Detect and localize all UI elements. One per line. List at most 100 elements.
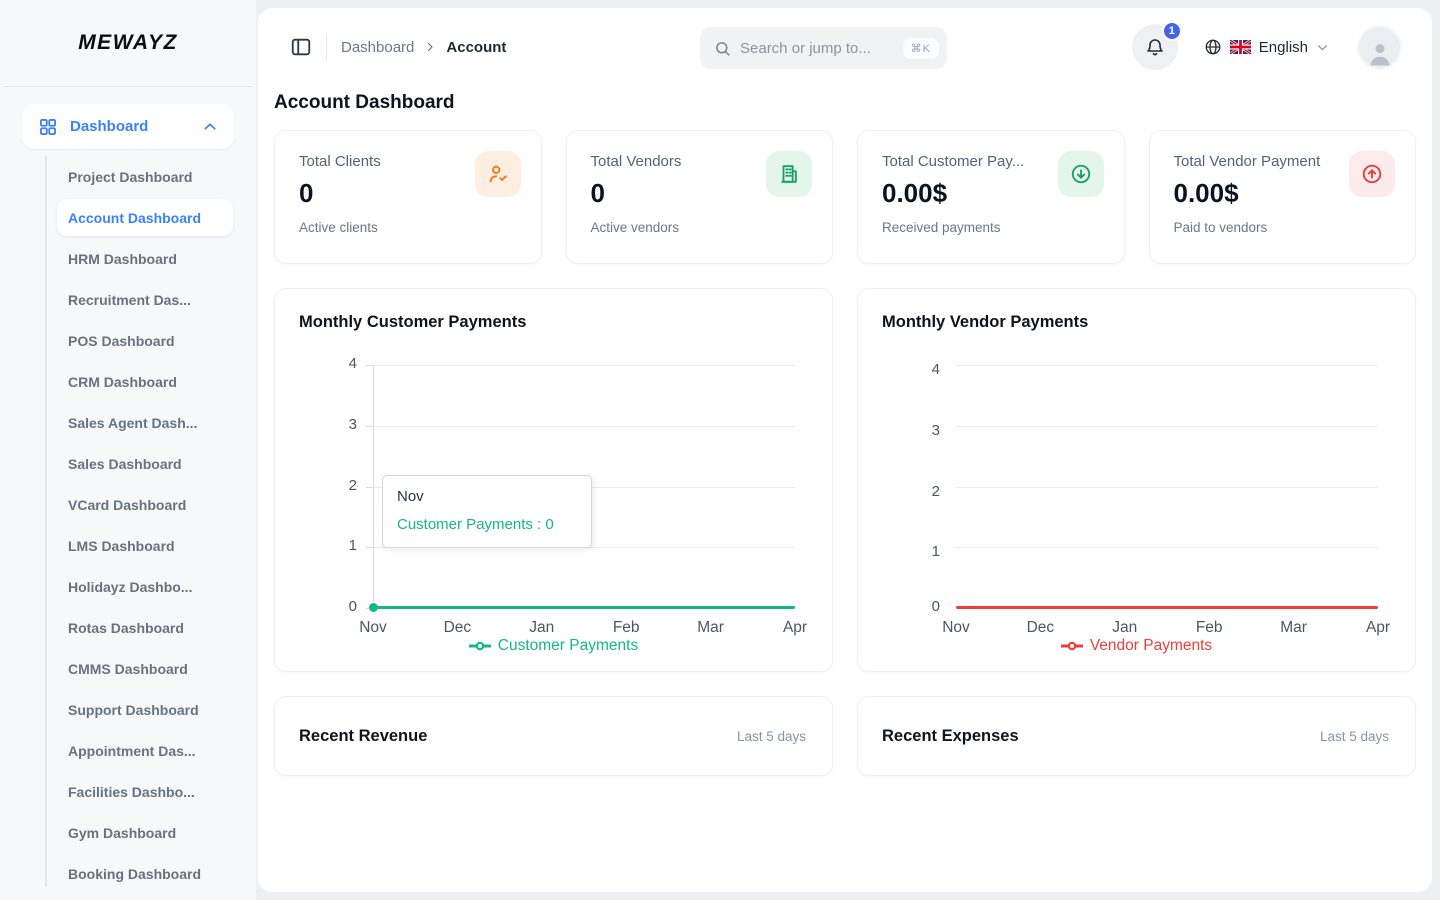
stat-card-total-vendor-payment: Total Vendor Payment 0.00$ Paid to vendo…: [1149, 130, 1417, 264]
tooltip-value: Customer Payments : 0: [397, 516, 577, 533]
chart-title: Monthly Vendor Payments: [882, 313, 1088, 332]
gridline: [373, 426, 795, 427]
legend-customer-payments[interactable]: Customer Payments: [275, 637, 832, 655]
y-tick-label: 3: [896, 422, 940, 439]
sidebar-submenu: Project Dashboard Account Dashboard HRM …: [45, 156, 234, 894]
main-panel: Dashboard Account ⌘K: [258, 8, 1432, 892]
notification-count-badge: 1: [1162, 21, 1182, 41]
legend-vendor-payments[interactable]: Vendor Payments: [858, 637, 1415, 655]
x-tick-label: Mar: [676, 619, 746, 637]
topbar: Dashboard Account ⌘K: [258, 8, 1432, 86]
recent-row: Recent Revenue Last 5 days Recent Expens…: [274, 696, 1416, 776]
sidebar-item-facilities-dashboard[interactable]: Facilities Dashbo...: [45, 771, 234, 812]
topbar-divider: [326, 34, 327, 60]
stat-card-total-clients: Total Clients 0 Active clients: [274, 130, 542, 264]
sidebar-item-pos-dashboard[interactable]: POS Dashboard: [45, 320, 234, 361]
notifications-button[interactable]: 1: [1132, 24, 1178, 70]
gridline: [956, 426, 1378, 427]
y-tick-label: 2: [313, 477, 357, 494]
grid-icon: [38, 117, 58, 137]
sidebar-item-label: Dashboard: [70, 118, 148, 135]
avatar[interactable]: [1357, 25, 1402, 70]
card-title: Recent Expenses: [882, 727, 1019, 746]
breadcrumb: Dashboard Account: [341, 39, 506, 56]
x-tick-label: Jan: [507, 619, 577, 637]
y-tick-label: 4: [896, 361, 940, 378]
y-tick-label: 2: [896, 483, 940, 500]
stat-subtext: Received payments: [882, 220, 1100, 235]
sidebar-item-booking-dashboard[interactable]: Booking Dashboard: [45, 853, 234, 894]
x-tick-label: Jan: [1090, 619, 1160, 637]
sidebar-item-lms-dashboard[interactable]: LMS Dashboard: [45, 525, 234, 566]
y-tick-label: 4: [313, 355, 357, 372]
y-tick-label: 1: [313, 537, 357, 554]
building-icon: [766, 151, 812, 197]
bell-icon: [1145, 37, 1165, 58]
y-tick-label: 0: [313, 598, 357, 615]
arrow-down-circle-icon: [1058, 151, 1104, 197]
language-label: English: [1259, 39, 1308, 56]
x-tick-label: Dec: [422, 619, 492, 637]
chart-tooltip: Nov Customer Payments : 0: [382, 475, 592, 548]
vendor-payments-line: [956, 606, 1378, 609]
chart-customer-payments: Monthly Customer Payments 4 3 2 1: [274, 288, 833, 672]
sidebar-item-project-dashboard[interactable]: Project Dashboard: [45, 156, 234, 197]
breadcrumb-dashboard[interactable]: Dashboard: [341, 39, 414, 56]
stat-subtext: Paid to vendors: [1174, 220, 1392, 235]
sidebar-item-account-dashboard[interactable]: Account Dashboard: [57, 199, 233, 236]
data-point-marker: [369, 603, 378, 612]
sidebar: MEWAYZ Dashboard Project Dashboard Accou…: [0, 0, 256, 900]
y-axis-line: [373, 365, 374, 608]
page-title: Account Dashboard: [274, 92, 1416, 114]
gridline: [956, 547, 1378, 548]
x-tick-label: Feb: [1174, 619, 1244, 637]
chevron-down-icon: [1316, 41, 1329, 54]
breadcrumb-account: Account: [446, 39, 506, 56]
sidebar-item-crm-dashboard[interactable]: CRM Dashboard: [45, 361, 234, 402]
y-tick-label: 0: [896, 598, 940, 615]
legend-label: Customer Payments: [498, 637, 638, 655]
sidebar-item-sales-agent-dashboard[interactable]: Sales Agent Dash...: [45, 402, 234, 443]
language-selector[interactable]: English: [1204, 38, 1329, 56]
user-check-icon: [475, 151, 521, 197]
legend-marker-icon: [1061, 641, 1083, 651]
sidebar-item-recruitment-dashboard[interactable]: Recruitment Das...: [45, 279, 234, 320]
gridline: [956, 487, 1378, 488]
chart-vendor-payments: Monthly Vendor Payments 4 3 2 1 0 Nov De…: [857, 288, 1416, 672]
content-area: Account Dashboard Total Clients 0 Active…: [258, 86, 1432, 776]
x-tick-label: Nov: [921, 619, 991, 637]
sidebar-toggle-icon[interactable]: [290, 36, 312, 58]
recent-revenue-card: Recent Revenue Last 5 days: [274, 696, 833, 776]
sidebar-item-dashboard[interactable]: Dashboard: [22, 104, 234, 149]
sidebar-item-cmms-dashboard[interactable]: CMMS Dashboard: [45, 648, 234, 689]
customer-payments-line: [373, 606, 795, 609]
stat-subtext: Active vendors: [591, 220, 809, 235]
sidebar-item-support-dashboard[interactable]: Support Dashboard: [45, 689, 234, 730]
sidebar-item-gym-dashboard[interactable]: Gym Dashboard: [45, 812, 234, 853]
card-range-label: Last 5 days: [737, 729, 806, 744]
sidebar-item-holidayz-dashboard[interactable]: Holidayz Dashbo...: [45, 566, 234, 607]
arrow-up-circle-icon: [1349, 151, 1395, 197]
stat-card-total-customer-payment: Total Customer Pay... 0.00$ Received pay…: [857, 130, 1125, 264]
y-tick-label: 3: [313, 416, 357, 433]
search-input[interactable]: [740, 40, 903, 57]
chevron-right-icon: [424, 41, 436, 53]
sidebar-item-rotas-dashboard[interactable]: Rotas Dashboard: [45, 607, 234, 648]
y-tick-label: 1: [896, 543, 940, 560]
globe-icon: [1204, 38, 1222, 56]
legend-label: Vendor Payments: [1090, 637, 1212, 655]
chart-plot-area: 4 3 2 1 0 Nov Dec Jan Feb Mar Apr: [956, 365, 1378, 608]
charts-row: Monthly Customer Payments 4 3 2 1: [274, 288, 1416, 672]
tooltip-month: Nov: [397, 488, 577, 505]
sidebar-item-vcard-dashboard[interactable]: VCard Dashboard: [45, 484, 234, 525]
sidebar-item-sales-dashboard[interactable]: Sales Dashboard: [45, 443, 234, 484]
sidebar-item-appointment-dashboard[interactable]: Appointment Das...: [45, 730, 234, 771]
x-tick-label: Feb: [591, 619, 661, 637]
stats-row: Total Clients 0 Active clients Total Ven…: [274, 130, 1416, 264]
card-title: Recent Revenue: [299, 727, 427, 746]
search-icon: [714, 40, 731, 57]
x-tick-label: Nov: [338, 619, 408, 637]
stat-subtext: Active clients: [299, 220, 517, 235]
search-bar[interactable]: ⌘K: [700, 27, 947, 69]
sidebar-item-hrm-dashboard[interactable]: HRM Dashboard: [45, 238, 234, 279]
